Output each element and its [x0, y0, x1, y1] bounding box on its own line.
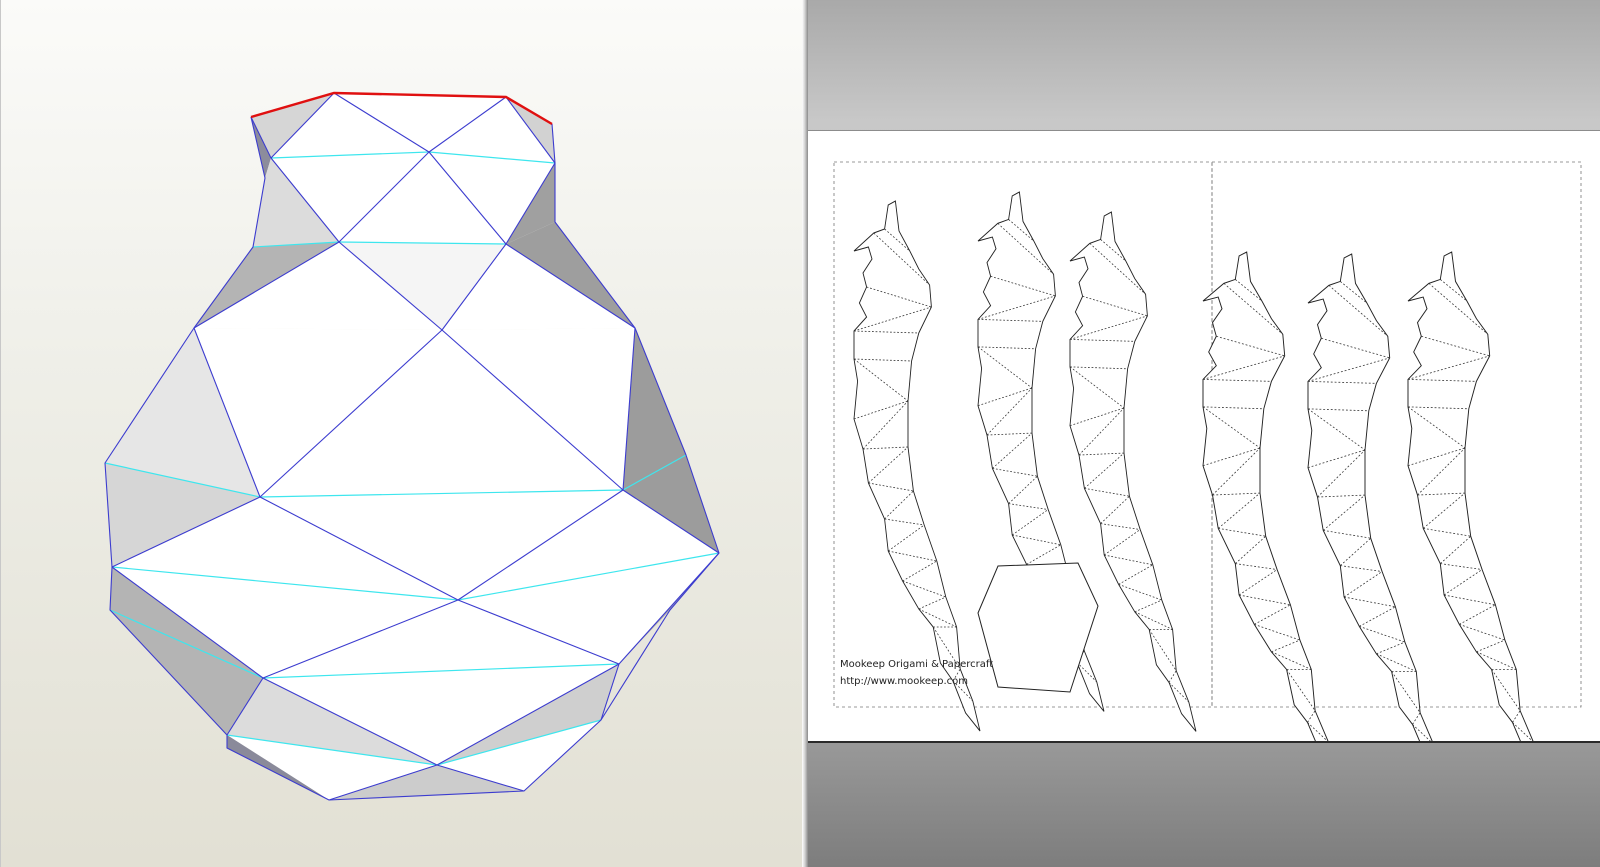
credit-url[interactable]: http://www.mookeep.com [840, 676, 968, 687]
hexagon-base-piece [977, 562, 1099, 693]
3d-model-viewport[interactable] [0, 0, 803, 867]
vase-3d-model[interactable] [1, 0, 803, 867]
2d-pattern-viewport[interactable]: Mookeep Origami & Papercraft http://www.… [808, 0, 1600, 867]
pattern-strip-3 [1069, 211, 1197, 732]
pattern-strip-1 [853, 200, 981, 732]
pattern-strip-6 [1407, 251, 1542, 741]
paper-sheet: Mookeep Origami & Papercraft http://www.… [808, 130, 1600, 743]
unfolded-pattern[interactable] [808, 131, 1600, 741]
credit-title: Mookeep Origami & Papercraft [840, 659, 994, 670]
pattern-strip-4 [1202, 251, 1337, 741]
